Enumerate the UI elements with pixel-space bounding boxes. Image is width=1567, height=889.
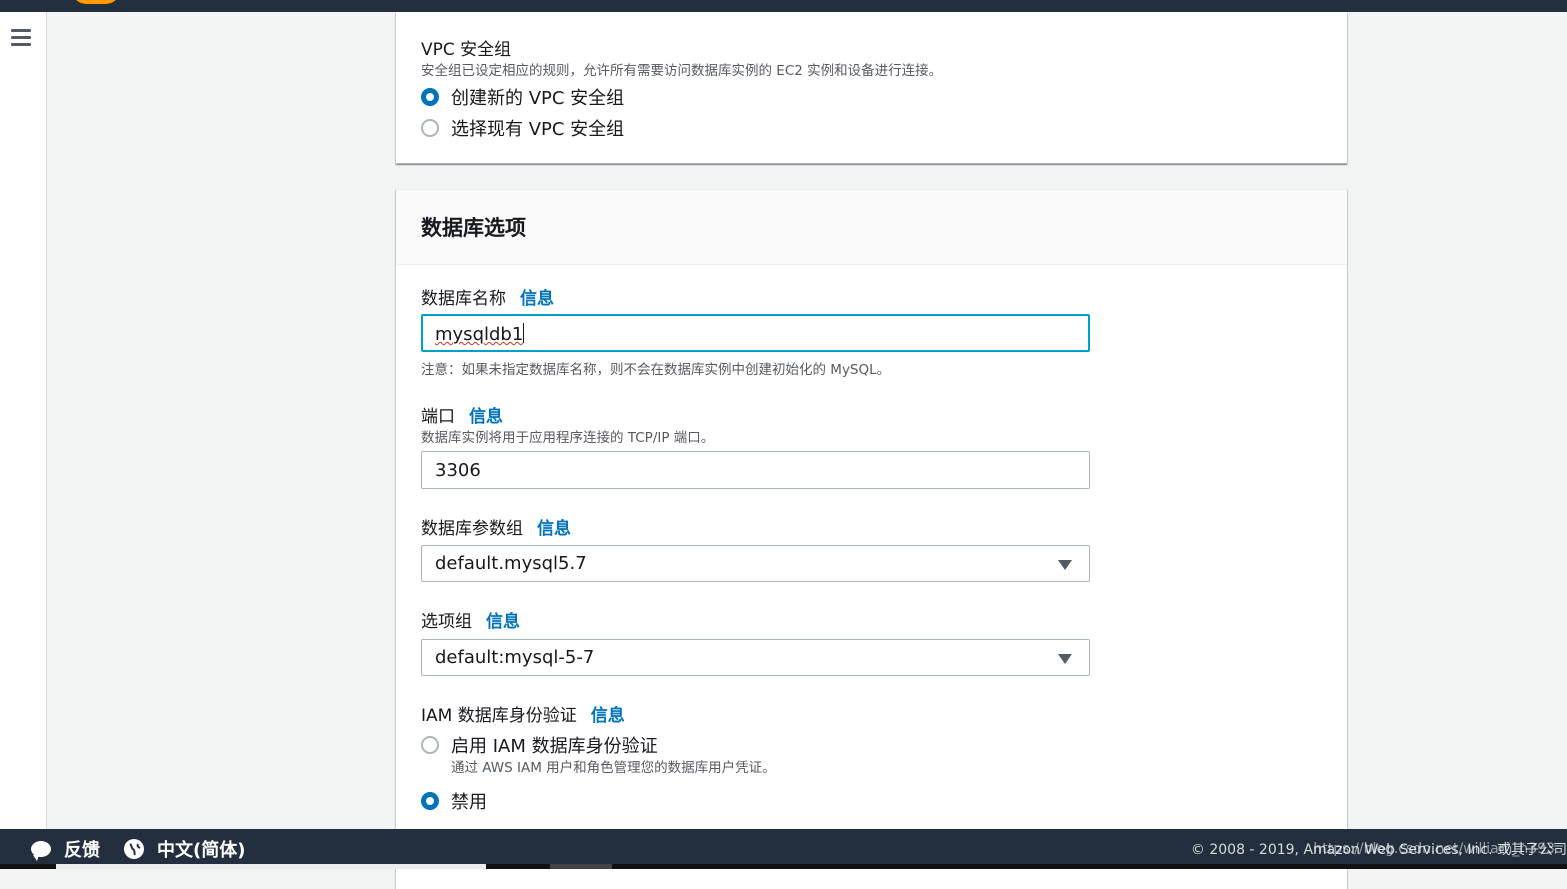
radio-label: 启用 IAM 数据库身份验证 — [451, 736, 658, 757]
port-value: 3306 — [435, 460, 481, 481]
option-group-label-row: 选项组 信息 — [421, 607, 520, 632]
vpc-security-group-title: VPC 安全组 — [421, 40, 512, 60]
iam-auth-label-row: IAM 数据库身份验证 信息 — [421, 701, 625, 726]
language-label: 中文(简体) — [157, 840, 246, 861]
port-description: 数据库实例将用于应用程序连接的 TCP/IP 端口。 — [421, 430, 715, 446]
db-name-label: 数据库名称 — [421, 289, 506, 309]
watermark-text: https://blog.csdn.net/william_n393 — [1313, 841, 1555, 857]
side-navigation — [0, 12, 47, 829]
info-link[interactable]: 信息 — [520, 289, 554, 309]
param-group-label-row: 数据库参数组 信息 — [421, 514, 571, 539]
panel-header: 数据库选项 — [396, 190, 1347, 265]
radio-choose-existing-vpc-sg[interactable]: 选择现有 VPC 安全组 — [421, 115, 624, 141]
radio-button-checked[interactable] — [421, 88, 439, 106]
iam-auth-description: 通过 AWS IAM 用户和角色管理您的数据库用户凭证。 — [451, 760, 776, 776]
globe-icon — [124, 839, 144, 859]
radio-label: 创建新的 VPC 安全组 — [451, 88, 625, 109]
db-name-note: 注意：如果未指定数据库名称，则不会在数据库实例中创建初始化的 MySQL。 — [421, 362, 891, 378]
db-name-label-row: 数据库名称 信息 — [421, 284, 554, 309]
radio-disable-iam-auth[interactable]: 禁用 — [421, 788, 487, 814]
radio-label: 禁用 — [451, 792, 487, 813]
vpc-security-group-panel: VPC 安全组 安全组已设定相应的规则，允许所有需要访问数据库实例的 EC2 实… — [396, 12, 1347, 164]
port-label-row: 端口 信息 — [421, 402, 503, 427]
radio-create-new-vpc-sg[interactable]: 创建新的 VPC 安全组 — [421, 84, 624, 110]
text-cursor — [523, 323, 525, 343]
dropdown-arrow-icon — [1058, 560, 1072, 570]
language-selector[interactable]: 中文(简体) — [124, 836, 245, 862]
port-label: 端口 — [421, 407, 455, 427]
param-group-select[interactable]: default.mysql5.7 — [421, 545, 1090, 582]
panel-title: 数据库选项 — [421, 216, 526, 240]
db-name-input[interactable]: mysqldb1 — [421, 314, 1090, 352]
radio-button-unchecked[interactable] — [421, 119, 439, 137]
info-link[interactable]: 信息 — [591, 706, 625, 726]
iam-auth-label: IAM 数据库身份验证 — [421, 706, 577, 726]
feedback-label: 反馈 — [64, 840, 100, 861]
db-name-value: mysqldb1 — [435, 324, 524, 345]
radio-button-unchecked[interactable] — [421, 736, 439, 754]
dropdown-arrow-icon — [1058, 654, 1072, 664]
param-group-label: 数据库参数组 — [421, 519, 523, 539]
menu-icon[interactable] — [11, 29, 31, 46]
vpc-security-group-description: 安全组已设定相应的规则，允许所有需要访问数据库实例的 EC2 实例和设备进行连接… — [421, 63, 943, 79]
option-group-value: default:mysql-5-7 — [435, 647, 595, 668]
console-footer: 反馈 中文(简体) © 2008 - 2019, Amazon Web Serv… — [0, 829, 1567, 869]
radio-enable-iam-auth[interactable]: 启用 IAM 数据库身份验证 — [421, 732, 658, 758]
top-navigation-bar — [0, 0, 1567, 12]
info-link[interactable]: 信息 — [469, 407, 503, 427]
option-group-select[interactable]: default:mysql-5-7 — [421, 639, 1090, 676]
aws-logo-icon[interactable] — [72, 0, 120, 4]
option-group-label: 选项组 — [421, 612, 472, 632]
speech-bubble-icon — [31, 841, 51, 861]
radio-label: 选择现有 VPC 安全组 — [451, 119, 625, 140]
bottom-strip — [0, 864, 1567, 869]
feedback-button[interactable]: 反馈 — [31, 836, 100, 862]
database-options-panel: 数据库选项 数据库名称 信息 mysqldb1 注意：如果未指定数据库名称，则不会… — [396, 189, 1347, 889]
radio-button-checked[interactable] — [421, 792, 439, 810]
info-link[interactable]: 信息 — [537, 519, 571, 539]
port-input[interactable]: 3306 — [421, 451, 1090, 489]
param-group-value: default.mysql5.7 — [435, 553, 587, 574]
info-link[interactable]: 信息 — [486, 612, 520, 632]
